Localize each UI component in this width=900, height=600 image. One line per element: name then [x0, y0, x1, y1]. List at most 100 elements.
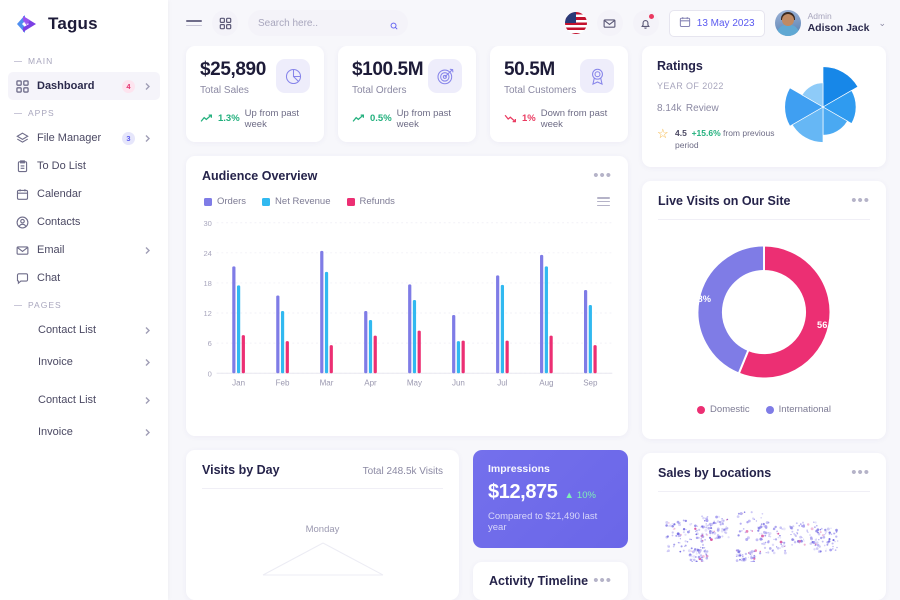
legend-item[interactable]: Refunds [346, 196, 395, 207]
sidebar-item-label: Invoice [38, 426, 73, 438]
sidebar: Tagus MAIN Dashboard 4 APPS File Manager… [0, 0, 168, 600]
stat-label: Total Sales [200, 84, 249, 96]
sidebar-item-calendar[interactable]: Calendar [8, 180, 160, 208]
svg-text:18: 18 [203, 279, 211, 288]
avatar [774, 10, 801, 36]
legend-item[interactable]: International [765, 404, 831, 415]
sidebar-item-label: To Do List [37, 160, 86, 172]
target-icon [428, 59, 462, 93]
sidebar-item-file-manager[interactable]: File Manager 3 [8, 124, 160, 152]
sidebar-item-contact-list-2[interactable]: Contact List [8, 386, 160, 414]
sidebar-item-label: Contact List [38, 394, 97, 406]
grid-icon [16, 79, 29, 93]
stat-cards: $25,890 Total Sales 1.3% Up from past we… [186, 46, 628, 142]
dots-menu-icon[interactable]: ••• [851, 193, 870, 208]
grid-apps-icon[interactable] [212, 10, 238, 36]
legend-item[interactable]: Orders [204, 196, 246, 207]
sidebar-item-invoice-2[interactable]: Invoice [8, 418, 160, 446]
dots-menu-icon[interactable]: ••• [593, 168, 612, 183]
stat-value: $100.5M [352, 59, 424, 80]
sidebar-item-invoice-1[interactable]: Invoice [8, 348, 160, 376]
sidebar-item-contacts[interactable]: Contacts [8, 208, 160, 236]
ratings-polar-chart [775, 59, 871, 155]
search-icon[interactable] [390, 17, 398, 30]
user-menu[interactable]: Admin Adison Jack ⌄ [774, 10, 886, 36]
stat-value: $25,890 [200, 59, 266, 80]
sidebar-badge: 4 [122, 79, 135, 93]
stat-trend-text: Down from past week [540, 107, 608, 130]
topbar: 13 May 2023 Admin Adison Jack ⌄ [168, 0, 900, 46]
sidebar-item-to-do-list[interactable]: To Do List [8, 152, 160, 180]
chevron-right-icon [143, 246, 152, 255]
award-icon [580, 59, 614, 93]
envelope-icon[interactable] [596, 10, 623, 36]
clipboard-icon [16, 159, 29, 173]
layers-icon [16, 132, 29, 145]
card-title: Live Visits on Our Site [658, 194, 791, 208]
sidebar-item-label: Dashboard [37, 80, 95, 92]
live-visits-card: Live Visits on Our Site ••• 56.2% 43.8% D… [642, 181, 886, 439]
svg-text:Mar: Mar [320, 379, 334, 388]
caret-up-icon: ▲ [564, 489, 574, 501]
sidebar-item-contact-list-1[interactable]: Contact List [8, 316, 160, 344]
sidebar-section-main: MAIN [0, 48, 168, 72]
audience-bar-chart: 0 6 12 18 24 30 Jan Feb Mar Apr May Jun Jul Aug Sep [186, 208, 628, 404]
svg-text:56.2%: 56.2% [817, 320, 843, 330]
bar-chart-svg: 0 6 12 18 24 30 Jan Feb Mar Apr May Jun Jul Aug Sep [203, 219, 613, 388]
search-box[interactable] [248, 10, 408, 36]
stat-label: Total Orders [352, 84, 407, 96]
stat-trend-text: Up from past week [244, 107, 300, 130]
notification-dot [648, 14, 654, 19]
calendar-icon [16, 188, 29, 201]
hamburger-icon[interactable] [186, 17, 202, 29]
chevron-down-icon[interactable]: ⌄ [878, 18, 886, 29]
sidebar-item-label: Invoice [38, 356, 73, 368]
card-title: Impressions [488, 462, 550, 475]
list-menu-icon[interactable] [597, 195, 610, 208]
stat-trend-pct: 1.3% [218, 113, 240, 125]
ratings-delta-text: 4.5 +15.6% from previous period [675, 128, 775, 151]
chevron-right-icon [143, 82, 152, 91]
radar-chart: Monday [186, 489, 459, 576]
main-area: 13 May 2023 Admin Adison Jack ⌄ [168, 0, 900, 600]
date-picker[interactable]: 13 May 2023 [668, 9, 765, 37]
ratings-value: 8.14k Review [657, 103, 719, 114]
star-icon: ☆ [657, 126, 669, 141]
radar-axis-label: Monday [305, 523, 340, 535]
dots-menu-icon[interactable]: ••• [593, 573, 612, 588]
legend-item[interactable]: Domestic [697, 404, 750, 415]
stat-trend: 0.5% Up from past week [352, 108, 462, 130]
sidebar-item-dashboard[interactable]: Dashboard 4 [8, 72, 160, 100]
dots-menu-icon[interactable]: ••• [851, 465, 870, 480]
visits-total: Total 248.5k Visits [362, 465, 443, 477]
chevron-right-icon [143, 358, 152, 367]
bell-icon[interactable] [632, 10, 659, 36]
card-title: Audience Overview [202, 168, 318, 183]
legend-item[interactable]: Net Revenue [262, 196, 331, 207]
visits-by-day-card: Visits by Day Total 248.5k Visits Monday [186, 449, 459, 600]
audience-overview-card: Audience Overview ••• Orders Net Revenue… [186, 155, 628, 436]
svg-text:30: 30 [203, 219, 211, 228]
svg-text:6: 6 [208, 339, 212, 348]
sidebar-item-label: File Manager [37, 132, 102, 144]
ratings-year: YEAR OF 2022 [657, 81, 724, 91]
chevron-right-icon [143, 134, 152, 143]
envelope-icon [16, 244, 29, 257]
right-column: Ratings YEAR OF 2022 8.14k Review ☆ 4.5 … [642, 46, 886, 600]
impressions-subtitle: Compared to $21,490 last year [488, 510, 598, 533]
stat-label: Total Customers [504, 84, 577, 96]
sidebar-divider [0, 376, 168, 386]
sidebar-item-chat[interactable]: Chat [8, 264, 160, 292]
activity-timeline-card: Activity Timeline ••• [473, 561, 628, 600]
brand[interactable]: Tagus [0, 0, 168, 48]
live-visits-donut-chart: 56.2% 43.8% [642, 220, 886, 402]
ratings-card: Ratings YEAR OF 2022 8.14k Review ☆ 4.5 … [642, 46, 886, 167]
sidebar-item-email[interactable]: Email [8, 236, 160, 264]
us-flag-icon[interactable] [564, 12, 587, 34]
stat-trend-text: Up from past week [396, 107, 452, 130]
impressions-value: $12,875 [488, 480, 558, 503]
tagus-logo-icon [14, 13, 40, 35]
stat-card-total-orders: $100.5M Total Orders 0.5% Up from past w… [338, 46, 476, 142]
search-input[interactable] [258, 17, 390, 29]
svg-text:Jul: Jul [497, 379, 507, 388]
